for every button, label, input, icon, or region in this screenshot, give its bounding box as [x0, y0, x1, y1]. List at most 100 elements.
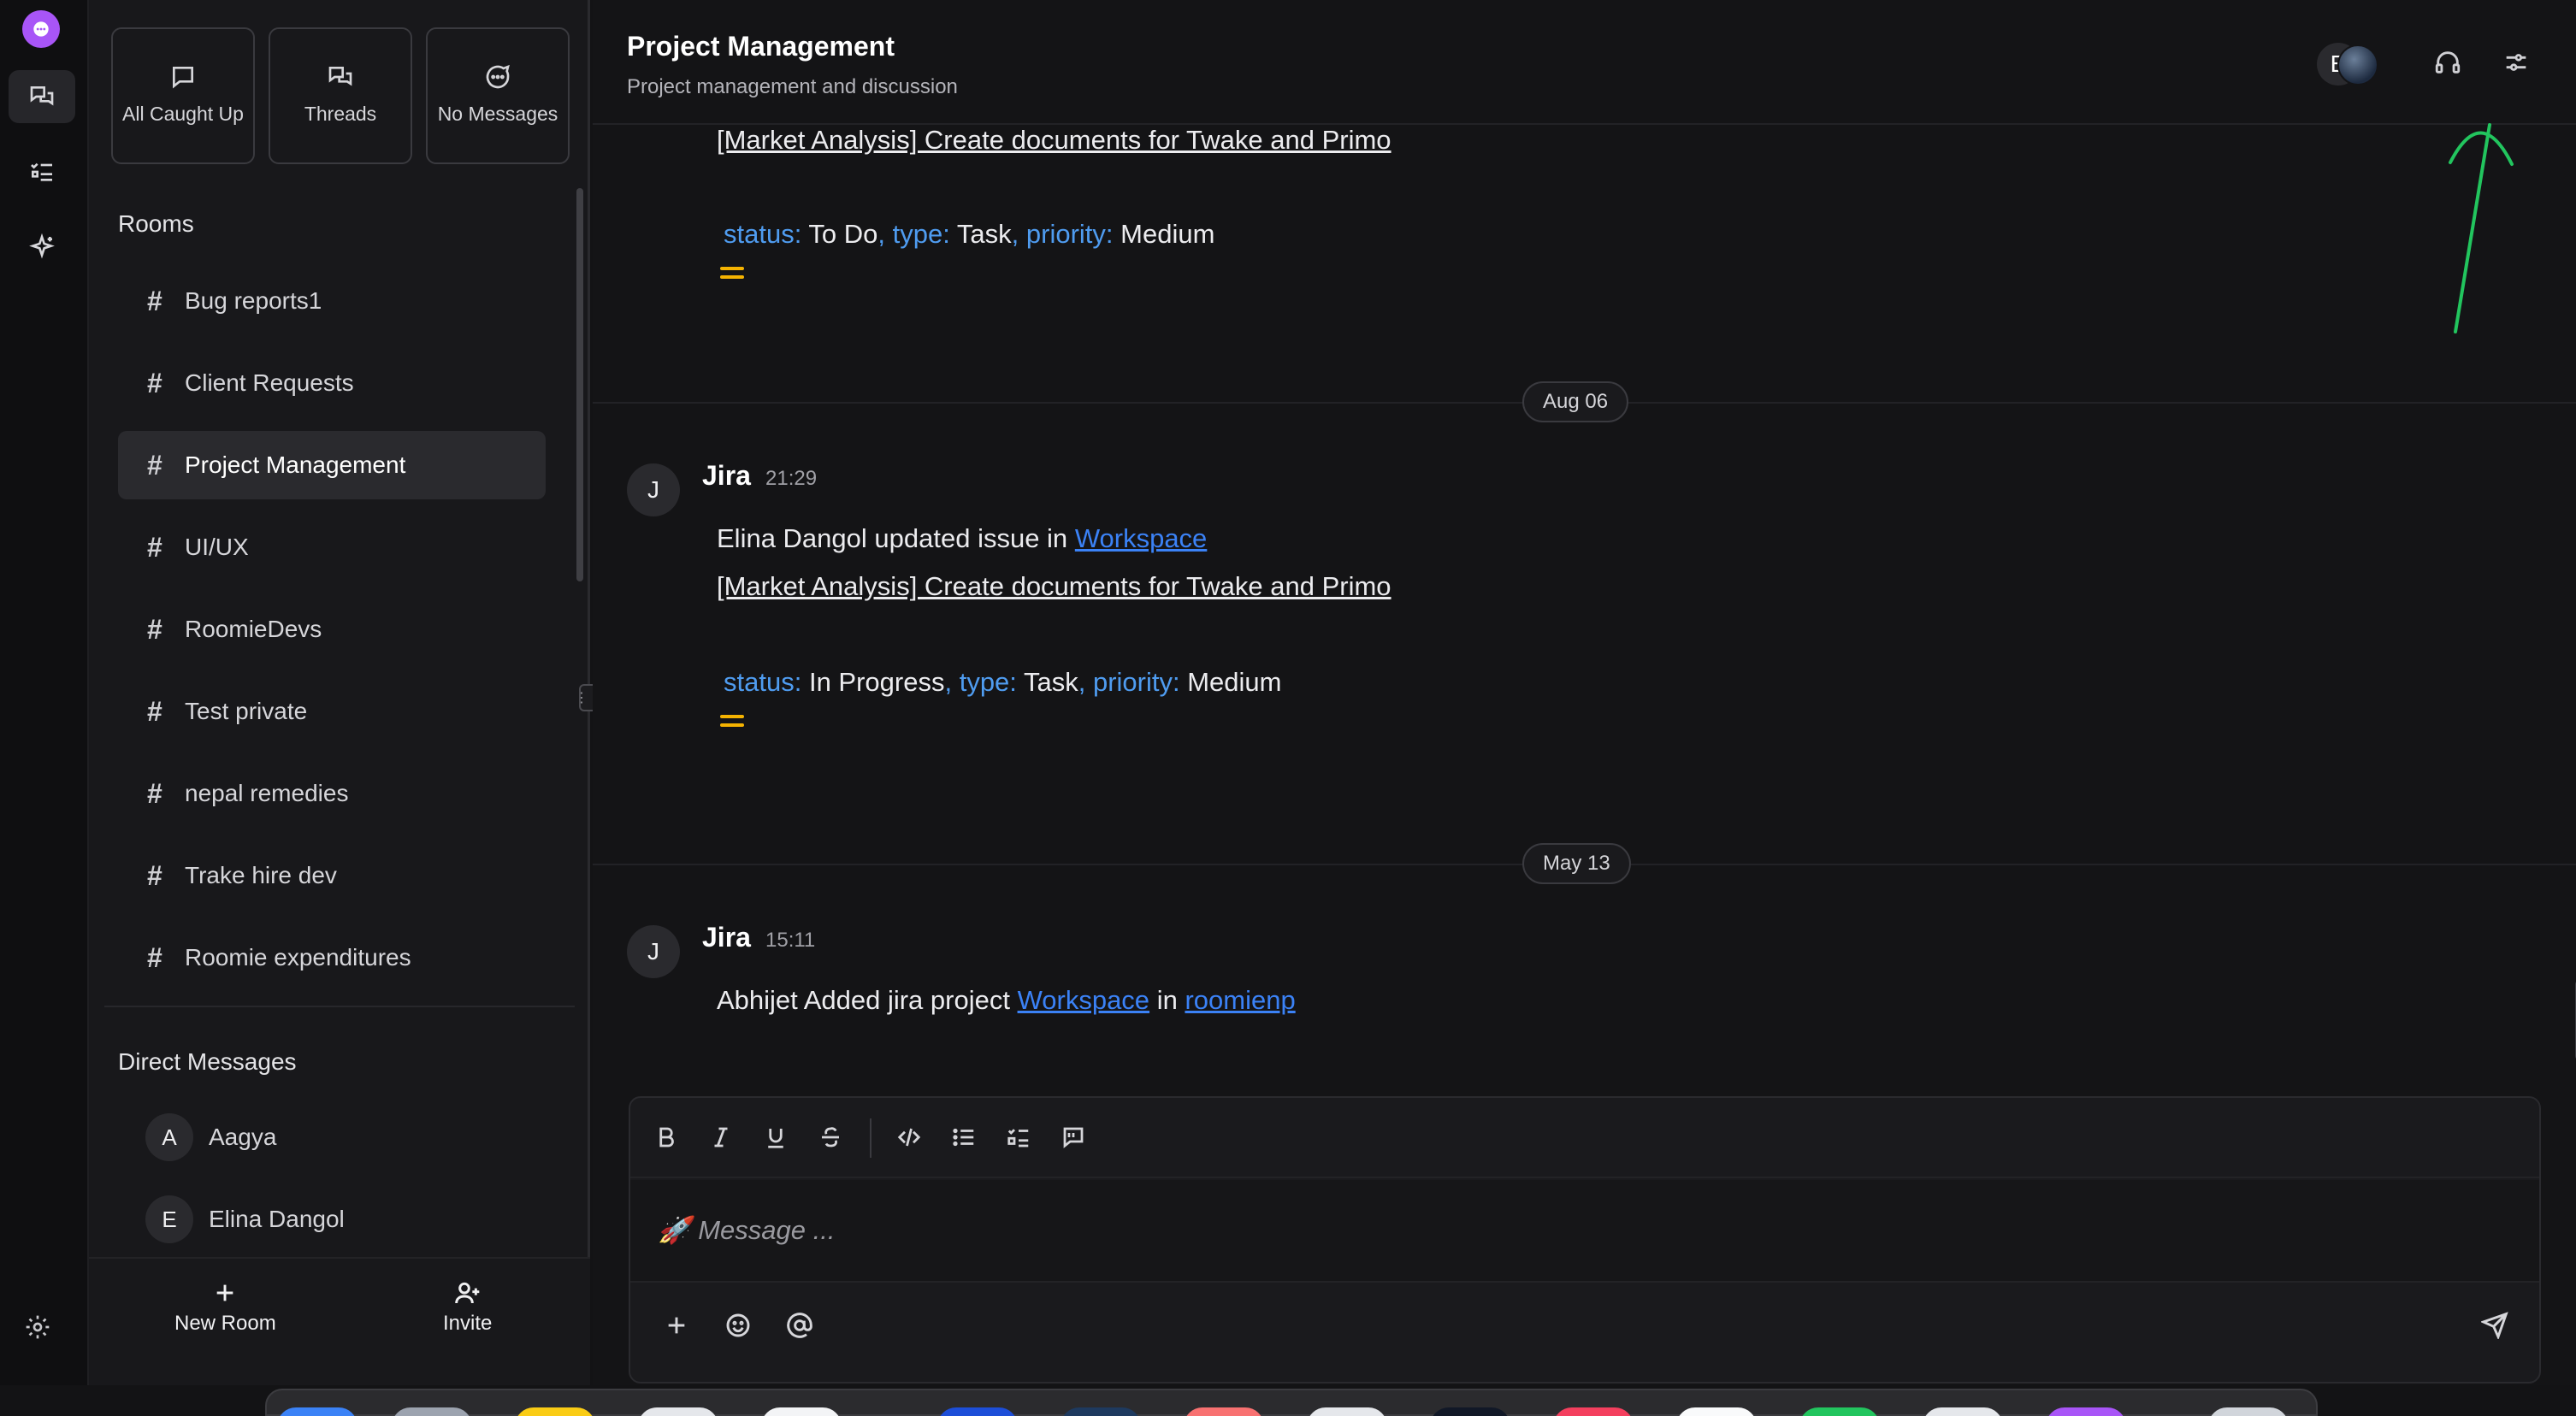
- strikethrough-button[interactable]: [815, 1122, 846, 1153]
- avatar[interactable]: J: [627, 463, 680, 516]
- room-item[interactable]: # Roomie expenditures: [118, 923, 546, 992]
- dock-app-icon[interactable]: [1430, 1407, 1510, 1416]
- rail-tasks-button[interactable]: [9, 145, 75, 198]
- emoji-button[interactable]: [721, 1308, 755, 1342]
- hash-icon: #: [147, 531, 162, 563]
- room-label: Trake hire dev: [185, 862, 337, 888]
- invite-button[interactable]: Invite: [443, 1279, 492, 1336]
- sparkle-icon: [29, 233, 55, 259]
- room-label: Bug reports1: [185, 287, 322, 314]
- rail-ai-button[interactable]: [9, 221, 75, 274]
- settings-button[interactable]: [24, 1313, 58, 1348]
- dock-app-icon[interactable]: [2046, 1407, 2126, 1416]
- new-room-button[interactable]: New Room: [174, 1279, 276, 1336]
- message-author[interactable]: Jira: [702, 460, 751, 492]
- strikethrough-icon: [822, 1127, 839, 1148]
- dock-app-icon[interactable]: [277, 1407, 357, 1416]
- message-circle-icon: [486, 64, 510, 89]
- dock-app-icon[interactable]: [761, 1407, 842, 1416]
- dm-label: Aagya: [209, 1124, 277, 1150]
- dock-app-icon[interactable]: [1184, 1407, 1264, 1416]
- room-item[interactable]: # UI/UX: [118, 513, 546, 581]
- hash-icon: #: [147, 859, 162, 891]
- room-label: UI/UX: [185, 534, 249, 560]
- mention-button[interactable]: [783, 1308, 817, 1342]
- priority-medium-icon: [720, 715, 744, 727]
- at-sign-icon: [787, 1313, 812, 1338]
- hash-icon: #: [147, 777, 162, 809]
- message-time: 15:11: [765, 929, 816, 952]
- sidebar-scrollbar[interactable]: [576, 188, 583, 581]
- rail-chat-button[interactable]: [9, 70, 75, 123]
- room-item[interactable]: # nepal remedies: [118, 759, 546, 828]
- room-item[interactable]: # Trake hire dev: [118, 841, 546, 910]
- dock-app-icon[interactable]: [1061, 1407, 1141, 1416]
- channel-settings-button[interactable]: [2502, 48, 2536, 82]
- all-caught-up-card[interactable]: All Caught Up: [111, 27, 255, 164]
- code-icon: [897, 1128, 921, 1147]
- italic-button[interactable]: [706, 1122, 736, 1153]
- dock-app-icon[interactable]: [937, 1407, 1018, 1416]
- dock-app-icon[interactable]: [1553, 1407, 1634, 1416]
- meta-value: Task: [956, 219, 1012, 249]
- threads-card[interactable]: Threads: [269, 27, 412, 164]
- checklist-button[interactable]: [1003, 1122, 1034, 1153]
- chat-icon: [30, 86, 54, 106]
- member-avatars[interactable]: E: [2317, 43, 2378, 87]
- room-label: Project Management: [185, 451, 406, 478]
- underline-icon: [768, 1129, 783, 1148]
- sidebar: All Caught Up Threads No Messages Rooms …: [89, 0, 590, 1385]
- app-logo-icon[interactable]: [22, 10, 60, 48]
- org-link[interactable]: roomienp: [1185, 985, 1295, 1015]
- dock-app-icon[interactable]: [1307, 1407, 1387, 1416]
- issue-meta: status: To Do, type: Task, priority: Med…: [724, 219, 1215, 249]
- bold-button[interactable]: [651, 1122, 682, 1153]
- quick-card-label: All Caught Up: [122, 103, 244, 125]
- send-button[interactable]: [2478, 1308, 2512, 1342]
- italic-icon: [714, 1127, 728, 1148]
- room-label: Roomie expenditures: [185, 944, 411, 971]
- os-dock: [265, 1389, 2318, 1416]
- workspace-link[interactable]: Workspace: [1075, 523, 1208, 553]
- message-body: Elina Dangol updated issue in: [717, 523, 1068, 553]
- attach-button[interactable]: [659, 1308, 694, 1342]
- room-item[interactable]: # Client Requests: [118, 349, 546, 417]
- send-icon: [2481, 1312, 2508, 1339]
- meta-key: priority:: [1092, 667, 1180, 697]
- dm-item[interactable]: A Aagya: [145, 1112, 276, 1163]
- issue-link[interactable]: [Market Analysis] Create documents for T…: [717, 571, 1391, 602]
- dock-app-icon[interactable]: [392, 1407, 472, 1416]
- dock-app-icon[interactable]: [1799, 1407, 1880, 1416]
- avatar[interactable]: J: [627, 925, 680, 978]
- code-button[interactable]: [894, 1122, 925, 1153]
- room-label: Client Requests: [185, 369, 354, 396]
- room-item[interactable]: # Bug reports1: [118, 267, 546, 335]
- workspace-link[interactable]: Workspace: [1018, 985, 1150, 1015]
- message-input[interactable]: [630, 1180, 2539, 1283]
- message-body: Abhijet Added jira project: [717, 985, 1010, 1015]
- rooms-heading: Rooms: [118, 210, 194, 237]
- meta-key: type:: [892, 219, 950, 249]
- room-item[interactable]: # RoomieDevs: [118, 595, 546, 664]
- dock-app-icon[interactable]: [1923, 1407, 2003, 1416]
- priority-medium-icon: [720, 267, 744, 279]
- issue-link[interactable]: [Market Analysis] Create documents for T…: [717, 125, 1391, 156]
- dock-app-icon[interactable]: [1676, 1407, 1757, 1416]
- quote-button[interactable]: [1058, 1122, 1089, 1153]
- underline-button[interactable]: [760, 1122, 791, 1153]
- bullet-list-button[interactable]: [948, 1122, 979, 1153]
- huddle-button[interactable]: [2433, 48, 2467, 82]
- dock-app-icon[interactable]: [2208, 1407, 2289, 1416]
- page-subtitle: Project management and discussion: [627, 75, 958, 98]
- room-item[interactable]: # Test private: [118, 677, 546, 746]
- meta-key: priority:: [1025, 219, 1114, 249]
- dock-app-icon[interactable]: [515, 1407, 595, 1416]
- dm-item[interactable]: E Elina Dangol: [145, 1194, 345, 1245]
- no-messages-card[interactable]: No Messages: [426, 27, 570, 164]
- message-author[interactable]: Jira: [702, 922, 751, 953]
- room-item-active[interactable]: # Project Management: [118, 431, 546, 499]
- date-badge: May 13: [1522, 843, 1631, 884]
- date-badge: Aug 06: [1522, 381, 1629, 422]
- dm-label: Elina Dangol: [209, 1206, 345, 1232]
- dock-app-icon[interactable]: [638, 1407, 718, 1416]
